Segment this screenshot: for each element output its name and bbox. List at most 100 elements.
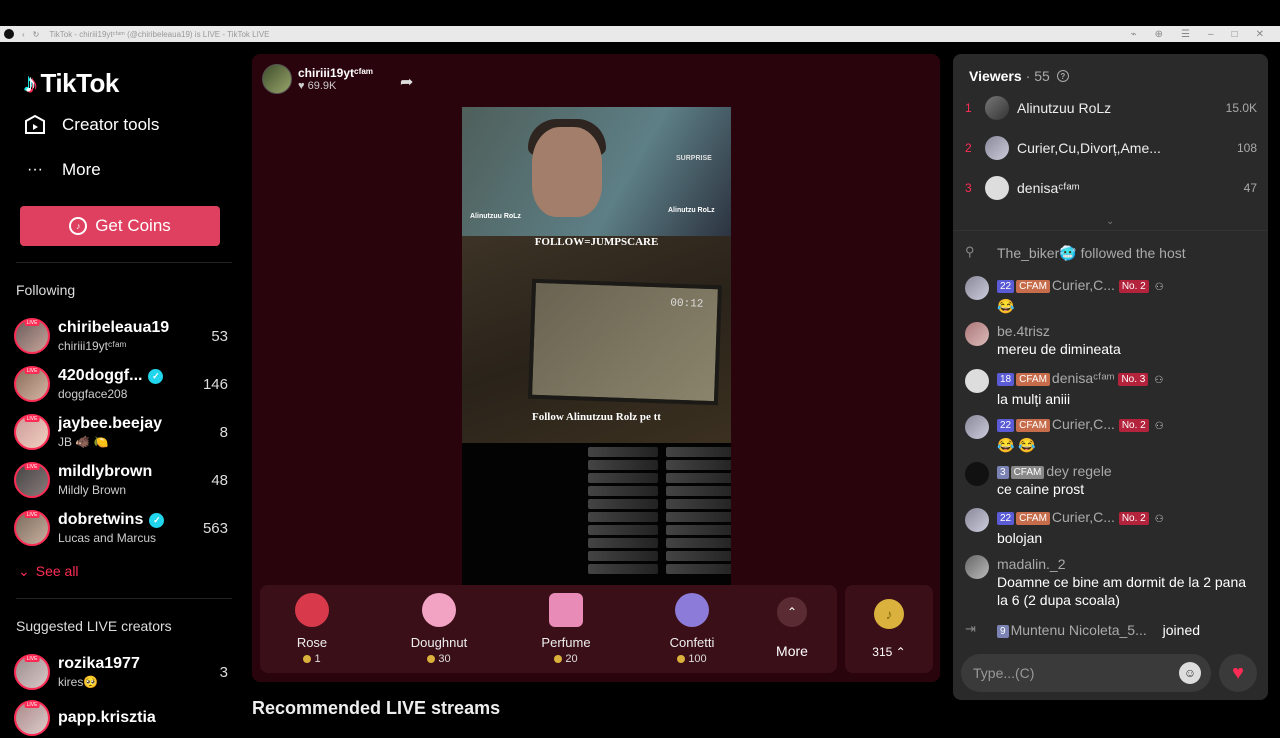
doughnut-icon [422, 593, 456, 627]
rank-badge: No. 3 [1118, 373, 1149, 386]
chat-text: 😂 😂 [997, 437, 1036, 453]
help-icon[interactable]: ? [1056, 70, 1069, 82]
suggested-item[interactable]: LIVE papp.krisztia [14, 698, 228, 738]
avatar[interactable] [965, 555, 989, 579]
rank-badge: No. 2 [1118, 419, 1149, 432]
fan-club-badge: CFAM [1016, 280, 1050, 293]
top-viewer[interactable]: 2 Curier,Cu,Divorț,Ame... 108 [965, 134, 1257, 162]
avatar[interactable] [965, 276, 989, 300]
following-item[interactable]: LIVE dobretwins ✓ Lucas and Marcus 563 [14, 508, 228, 548]
avatar: LIVE [14, 318, 50, 354]
following-sub: Lucas and Marcus [58, 531, 157, 545]
avatar: LIVE [14, 654, 50, 690]
chat-user[interactable]: Curier,C... [1052, 277, 1115, 293]
chat-user[interactable]: Curier,C... [1052, 509, 1115, 525]
live-video[interactable]: Alinutzuu RoLz Alinutzu RoLz SURPRISE FO… [462, 107, 731, 585]
coin-balance-button[interactable]: ♪ 315 ⌃ [845, 585, 933, 673]
following-item[interactable]: LIVE chiribeleaua19 chiriii19ytᶜᶠᵃᵐ 53 [14, 316, 228, 356]
overlay-surprise: SURPRISE [676, 155, 712, 162]
following-name: jaybee.beejay [58, 415, 163, 432]
like-heart-button[interactable]: ♥ [1219, 654, 1257, 692]
level-badge: 18 [997, 373, 1015, 386]
maximize-icon[interactable]: □ [1232, 29, 1238, 40]
gift-price: 1 [314, 653, 321, 665]
close-icon[interactable]: ✕ [1256, 29, 1264, 40]
reload-icon[interactable]: ↻ [33, 30, 40, 39]
avatar[interactable] [965, 369, 989, 393]
gift-perfume[interactable]: Perfume 20 [526, 593, 606, 665]
zoom-icon[interactable]: ⊕ [1155, 29, 1163, 40]
join-icon: ⇥ [965, 621, 976, 636]
see-all-link[interactable]: ⌄ See all [18, 563, 79, 580]
more-label: More [62, 160, 101, 179]
avatar: LIVE [14, 510, 50, 546]
avatar [985, 96, 1009, 120]
verified-icon: ✓ [148, 368, 164, 384]
tiktok-note-icon: ♪ [24, 68, 37, 98]
follow-user-icon: ⚲ [965, 244, 975, 259]
chat-user[interactable]: Curier,C... [1052, 416, 1115, 432]
following-item[interactable]: LIVE jaybee.beejay JB 🐗 🍋 8 [14, 412, 228, 452]
chat-user[interactable]: Muntenu Nicoleta_5... [1011, 622, 1147, 638]
share-icon[interactable]: ➦ [400, 72, 413, 92]
divider [16, 598, 232, 599]
avatar: LIVE [14, 700, 50, 736]
back-icon[interactable]: ‹ [22, 30, 25, 39]
video-webcam-section: Alinutzuu RoLz Alinutzu RoLz SURPRISE [462, 107, 731, 236]
viewer-name: Curier,Cu,Divorț,Ame... [1017, 140, 1161, 156]
emoji-icon[interactable]: ☺ [1179, 662, 1201, 684]
following-item[interactable]: LIVE mildlybrown Mildly Brown 48 [14, 460, 228, 500]
video-clip-section: FOLLOW=JUMPSCARE 00:12 Follow Alinutzuu … [462, 236, 731, 443]
more-link[interactable]: ··· More [24, 159, 101, 181]
chat-text: 😂 [997, 298, 1015, 314]
profile-icon[interactable]: ⚇ [1155, 421, 1164, 432]
avatar[interactable] [965, 508, 989, 532]
host-avatar[interactable] [262, 64, 292, 94]
minimize-icon[interactable]: – [1208, 29, 1214, 40]
avatar[interactable] [965, 415, 989, 439]
avatar: LIVE [14, 462, 50, 498]
gift-bar: Rose 1 Doughnut 30 Perfume 20 Confetti 1… [260, 585, 837, 673]
menu-icon[interactable]: ☰ [1181, 29, 1190, 40]
chat-user[interactable]: dey regele [1046, 463, 1111, 479]
profile-icon[interactable]: ⚇ [1154, 375, 1163, 386]
live-badge: LIVE [24, 368, 40, 374]
viewer-score: 47 [1243, 181, 1257, 195]
video-leaderboard-section [462, 443, 731, 585]
viewer-count: 3 [219, 663, 228, 681]
following-title: Following [16, 282, 76, 298]
avatar[interactable] [965, 322, 989, 346]
chat-user[interactable]: be.4trisz [997, 323, 1050, 339]
suggested-item[interactable]: LIVE rozika1977 kires🥺 3 [14, 652, 228, 692]
profile-icon[interactable]: ⚇ [1155, 282, 1164, 293]
avatar[interactable] [965, 462, 989, 486]
creator-tools-link[interactable]: Creator tools [24, 114, 159, 136]
more-gifts-button[interactable]: ⌃ More [772, 597, 812, 659]
chat-input[interactable]: Type...(C) ☺ [961, 654, 1211, 692]
live-stream-panel: chiriii19ytᶜᶠᵃᵐ ♥ 69.9K ➦ Alinutzuu RoLz… [252, 54, 940, 682]
live-badge: LIVE [24, 464, 40, 470]
gift-rose[interactable]: Rose 1 [272, 593, 352, 665]
following-item[interactable]: LIVE 420doggf... ✓ doggface208 146 [14, 364, 228, 404]
get-coins-button[interactable]: ♪ Get Coins [20, 206, 220, 246]
chat-user[interactable]: madalin._2 [997, 556, 1066, 572]
following-name: mildlybrown [58, 463, 153, 480]
profile-icon[interactable]: ⚇ [1155, 514, 1164, 525]
top-viewer[interactable]: 1 Alinutzuu RoLz 15.0K [965, 94, 1257, 122]
level-badge: 22 [997, 280, 1015, 293]
chevron-down-icon[interactable]: ⌄ [1106, 216, 1114, 227]
chat-user[interactable]: denisaᶜᶠᵃᵐ [1052, 370, 1115, 386]
tiktok-logo[interactable]: ♪ TikTok [24, 68, 119, 99]
top-viewer[interactable]: 3 denisaᶜᶠᵃᵐ 47 [965, 174, 1257, 202]
chat-panel: Viewers · 55 ? 1 Alinutzuu RoLz 15.0K 2 … [953, 54, 1268, 700]
host-info[interactable]: chiriii19ytᶜᶠᵃᵐ ♥ 69.9K [262, 64, 373, 94]
extension-icon[interactable]: ⌁ [1131, 29, 1137, 40]
gift-name: Confetti [669, 635, 715, 650]
viewer-count: 146 [202, 375, 228, 393]
gift-confetti[interactable]: Confetti 100 [652, 593, 732, 665]
level-badge: 22 [997, 512, 1015, 525]
host-name[interactable]: chiriii19ytᶜᶠᵃᵐ [298, 66, 373, 80]
chat-text: Doamne ce bine am dormit de la 2 pana la… [997, 574, 1247, 608]
chat-user[interactable]: The_biker🥶 [997, 245, 1077, 261]
gift-doughnut[interactable]: Doughnut 30 [399, 593, 479, 665]
